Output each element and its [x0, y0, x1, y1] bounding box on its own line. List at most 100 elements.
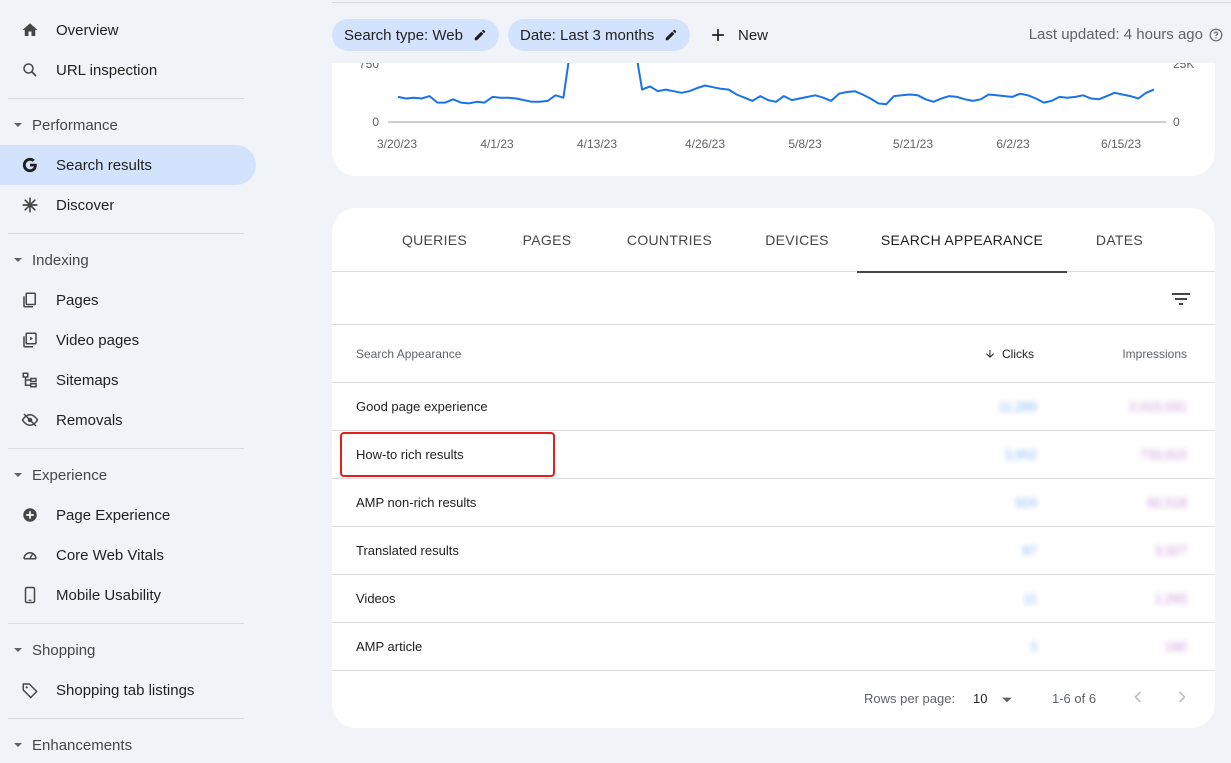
sidebar-item-discover[interactable]: Discover — [0, 185, 256, 225]
section-enhancements[interactable]: Enhancements — [0, 730, 244, 760]
x-tick-label: 4/1/23 — [480, 137, 514, 151]
tab-label: DEVICES — [765, 232, 829, 248]
row-clicks: 3,952 — [1004, 447, 1037, 462]
dimension-tabs: QUERIES PAGES COUNTRIES DEVICES SEARCH A… — [332, 208, 1215, 273]
help-icon[interactable] — [1209, 28, 1223, 42]
sidebar-item-label: Sitemaps — [56, 371, 119, 389]
top-divider — [332, 2, 1231, 3]
section-title: Indexing — [32, 251, 89, 269]
chart-svg: 750 0 25K 0 3/20/23 4/1/23 4/13/23 4/26/23 5/8/2… — [359, 63, 1194, 151]
pencil-icon — [474, 29, 486, 41]
asterisk-icon — [20, 195, 40, 215]
row-name: Good page experience — [356, 399, 488, 414]
row-clicks: 924 — [1015, 495, 1037, 510]
tab-queries[interactable]: QUERIES — [382, 208, 487, 272]
section-title: Enhancements — [32, 736, 133, 754]
tag-icon — [20, 680, 40, 700]
home-icon — [20, 20, 40, 40]
y-right-tick-label: 0 — [1173, 115, 1180, 129]
section-title: Performance — [32, 116, 118, 134]
search-type-chip[interactable]: Search type: Web — [332, 19, 499, 51]
sidebar-item-pages[interactable]: Pages — [0, 280, 256, 320]
x-tick-label: 6/2/23 — [996, 137, 1030, 151]
sidebar-item-label: Video pages — [56, 331, 140, 349]
row-clicks: 11,289 — [998, 399, 1037, 414]
row-name: How-to rich results — [356, 447, 464, 462]
row-name: Videos — [356, 591, 396, 606]
tab-countries[interactable]: COUNTRIES — [612, 208, 727, 272]
tab-label: COUNTRIES — [626, 232, 713, 248]
column-header-clicks[interactable]: Clicks — [984, 347, 1034, 361]
sidebar-item-shopping-tab-listings[interactable]: Shopping tab listings — [0, 670, 256, 710]
new-label: New — [738, 26, 769, 44]
sidebar-item-search-results[interactable]: Search results — [0, 145, 256, 185]
sidebar-item-url-inspection[interactable]: URL inspection — [0, 50, 256, 90]
tab-devices[interactable]: DEVICES — [742, 208, 852, 272]
row-clicks: 11 — [1023, 591, 1038, 606]
eye-off-icon — [20, 410, 40, 430]
section-title: Shopping — [32, 641, 96, 659]
sidebar-item-label: Search results — [56, 156, 152, 174]
sidebar-item-video-pages[interactable]: Video pages — [0, 320, 256, 360]
caret-down-icon — [14, 123, 22, 127]
row-impressions: 733,915 — [1140, 447, 1187, 462]
tab-label: DATES — [1095, 232, 1144, 248]
sidebar-item-removals[interactable]: Removals — [0, 400, 256, 440]
tab-label: QUERIES — [401, 232, 468, 248]
column-header-search-appearance[interactable]: Search Appearance — [356, 347, 461, 361]
column-header-impressions[interactable]: Impressions — [1122, 347, 1187, 361]
row-name: Translated results — [356, 543, 459, 558]
section-shopping[interactable]: Shopping — [0, 635, 244, 665]
sidebar-item-mobile-usability[interactable]: Mobile Usability — [0, 575, 256, 615]
caret-down-icon[interactable] — [1000, 693, 1014, 707]
chevron-left-icon[interactable] — [1128, 687, 1148, 707]
table-row[interactable]: How-to rich results 3,952 733,915 — [332, 431, 1215, 479]
new-filter-button[interactable]: New — [708, 19, 768, 51]
page-range: 1-6 of 6 — [1052, 691, 1097, 706]
tab-search-appearance[interactable]: SEARCH APPEARANCE — [857, 208, 1067, 273]
row-impressions: 190 — [1165, 639, 1187, 654]
date-range-chip[interactable]: Date: Last 3 months — [508, 19, 691, 51]
report-table-card: QUERIES PAGES COUNTRIES DEVICES SEARCH A… — [332, 208, 1215, 728]
x-tick-label: 3/20/23 — [377, 137, 417, 151]
sidebar-item-sitemaps[interactable]: Sitemaps — [0, 360, 256, 400]
chip-label: Date: Last 3 months — [520, 26, 655, 44]
sidebar-item-page-experience[interactable]: Page Experience — [0, 495, 256, 535]
row-impressions: 3,327 — [1154, 543, 1187, 558]
x-tick-label: 4/13/23 — [577, 137, 617, 151]
arrow-down-icon — [986, 350, 994, 358]
sidebar-item-label: Shopping tab listings — [56, 681, 195, 699]
table-row[interactable]: AMP article 3 190 — [332, 623, 1215, 671]
sidebar-item-label: Pages — [56, 291, 99, 309]
row-impressions: 1,293 — [1154, 591, 1187, 606]
x-tick-label: 5/8/23 — [788, 137, 822, 151]
page-experience-icon — [20, 505, 40, 525]
sidebar-item-label: Removals — [56, 411, 123, 429]
table-row[interactable]: Translated results 87 3,327 — [332, 527, 1215, 575]
tab-dates[interactable]: DATES — [1077, 208, 1162, 272]
sidebar-item-core-web-vitals[interactable]: Core Web Vitals — [0, 535, 256, 575]
sidebar: Overview URL inspection Performance Sear… — [0, 0, 256, 763]
y-left-tick-label: 0 — [372, 115, 379, 129]
section-indexing[interactable]: Indexing — [0, 245, 244, 275]
caret-down-icon — [14, 258, 22, 262]
x-tick-label: 6/15/23 — [1101, 137, 1141, 151]
chip-label: Search type: Web — [344, 26, 463, 44]
pagination: Rows per page: 10 1-6 of 6 — [332, 671, 1215, 727]
section-performance[interactable]: Performance — [0, 110, 244, 140]
tab-label: PAGES — [522, 232, 572, 248]
table-row[interactable]: AMP non-rich results 924 92,518 — [332, 479, 1215, 527]
rows-per-page-select[interactable]: 10 — [973, 691, 987, 706]
pencil-icon — [666, 29, 677, 41]
row-name: AMP non-rich results — [356, 495, 477, 510]
last-updated-text: Last updated: 4 hours ago — [1028, 26, 1203, 43]
tab-pages[interactable]: PAGES — [497, 208, 597, 272]
sidebar-item-label: URL inspection — [56, 61, 158, 79]
sidebar-item-overview[interactable]: Overview — [0, 10, 256, 50]
table-row[interactable]: Videos 11 1,293 — [332, 575, 1215, 623]
section-experience[interactable]: Experience — [0, 460, 244, 490]
filter-icon[interactable] — [1169, 287, 1193, 311]
table-row[interactable]: Good page experience 11,289 2,015,031 — [332, 383, 1215, 431]
chevron-right-icon[interactable] — [1172, 687, 1192, 707]
row-impressions: 92,518 — [1147, 495, 1187, 510]
